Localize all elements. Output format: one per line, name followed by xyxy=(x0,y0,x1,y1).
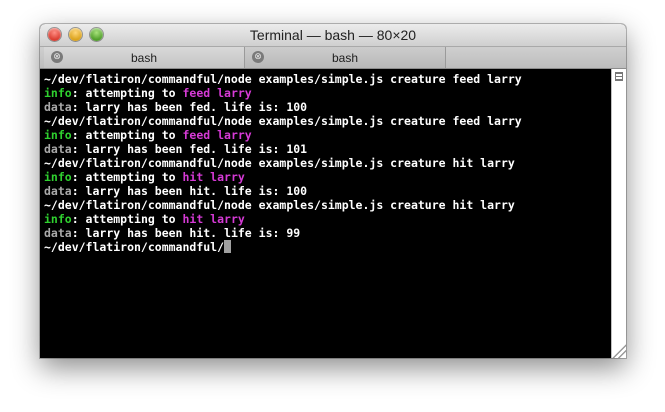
terminal-line: data: larry has been fed. life is: 100 xyxy=(44,100,611,114)
log-level-data: data xyxy=(44,142,72,156)
terminal-line: ~/dev/flatiron/commandful/node examples/… xyxy=(44,156,611,170)
vertical-scrollbar[interactable] xyxy=(611,69,626,358)
tab-bash-2[interactable]: ⊗ bash xyxy=(245,47,446,68)
log-message: : attempting to xyxy=(71,212,183,226)
command-text: ~/dev/flatiron/commandful/node examples/… xyxy=(44,198,515,212)
command-text: ~/dev/flatiron/commandful/node examples/… xyxy=(44,72,522,86)
command-text: ~/dev/flatiron/commandful/node examples/… xyxy=(44,156,515,170)
title-bar[interactable]: Terminal — bash — 80×20 xyxy=(40,24,626,47)
log-level-data: data xyxy=(44,100,72,114)
log-highlight: hit larry xyxy=(182,170,245,184)
tab-label: bash xyxy=(130,51,158,65)
log-message: : larry has been fed. life is: 100 xyxy=(71,100,308,114)
resize-grip-icon[interactable] xyxy=(612,344,626,358)
window-title: Terminal — bash — 80×20 xyxy=(249,27,417,43)
log-message: : attempting to xyxy=(71,128,183,142)
log-message: : larry has been fed. life is: 101 xyxy=(71,142,308,156)
command-text: ~/dev/flatiron/commandful/node examples/… xyxy=(44,114,522,128)
terminal-line: data: larry has been hit. life is: 100 xyxy=(44,184,611,198)
log-level-info: info xyxy=(44,86,72,100)
terminal-line: info: attempting to feed larry xyxy=(44,128,611,142)
prompt-text: ~/dev/flatiron/commandful/ xyxy=(44,240,225,254)
terminal-line: ~/dev/flatiron/commandful/node examples/… xyxy=(44,72,611,86)
terminal-window: Terminal — bash — 80×20 ⊗ bash ⊗ bash ~/… xyxy=(40,24,626,358)
terminal-line: data: larry has been hit. life is: 99 xyxy=(44,226,611,240)
log-message: : larry has been hit. life is: 99 xyxy=(71,226,301,240)
prompt-line[interactable]: ~/dev/flatiron/commandful/ xyxy=(44,240,611,254)
log-highlight: hit larry xyxy=(182,212,245,226)
log-message: : larry has been hit. life is: 100 xyxy=(71,184,308,198)
tab-bar: ⊗ bash ⊗ bash xyxy=(40,47,626,69)
tab-bash-1[interactable]: ⊗ bash xyxy=(44,47,245,68)
log-message: : attempting to xyxy=(71,86,183,100)
terminal-line: ~/dev/flatiron/commandful/node examples/… xyxy=(44,114,611,128)
terminal-output[interactable]: ~/dev/flatiron/commandful/node examples/… xyxy=(40,69,611,358)
terminal-line: info: attempting to hit larry xyxy=(44,212,611,226)
log-level-data: data xyxy=(44,184,72,198)
terminal-line: ~/dev/flatiron/commandful/node examples/… xyxy=(44,198,611,212)
log-level-info: info xyxy=(44,212,72,226)
log-level-info: info xyxy=(44,128,72,142)
log-message: : attempting to xyxy=(71,170,183,184)
log-highlight: feed larry xyxy=(182,86,252,100)
tab-label: bash xyxy=(331,51,359,65)
terminal-line: info: attempting to feed larry xyxy=(44,86,611,100)
terminal-line: data: larry has been fed. life is: 101 xyxy=(44,142,611,156)
terminal-line: info: attempting to hit larry xyxy=(44,170,611,184)
log-level-data: data xyxy=(44,226,72,240)
split-pane-icon[interactable] xyxy=(615,72,623,81)
log-level-info: info xyxy=(44,170,72,184)
log-highlight: feed larry xyxy=(182,128,252,142)
text-cursor xyxy=(224,240,232,253)
